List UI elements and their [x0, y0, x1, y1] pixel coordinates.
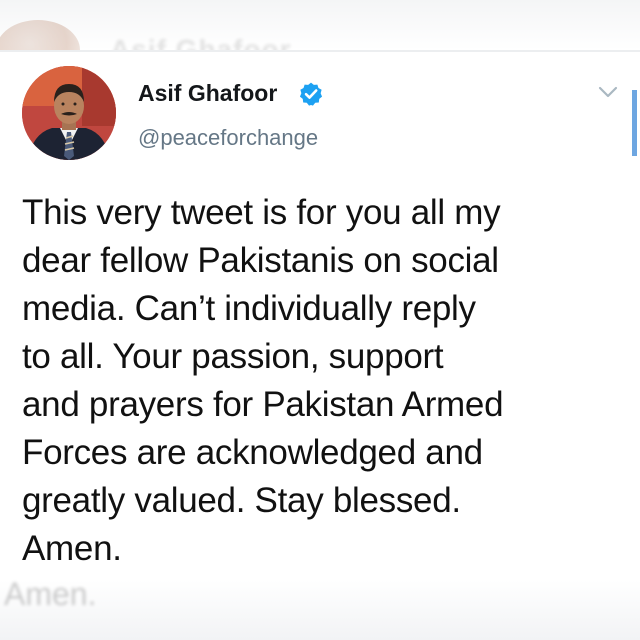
ghost-bottom-text: Amen. [4, 576, 97, 612]
screenshot-frame: Asif Ghafoor Asif Ghafoor @peaceforchang… [0, 0, 640, 640]
previous-tweet-ghost: Asif Ghafoor [0, 0, 640, 50]
tweet-line: Amen. [22, 529, 122, 568]
ghost-display-name: Asif Ghafoor [110, 34, 292, 50]
tweet-line: This very tweet is for you all my [22, 193, 501, 232]
tweet-line: and prayers for Pakistan Armed [22, 385, 504, 424]
tweet-line: Forces are acknowledged and [22, 433, 483, 472]
user-handle[interactable]: @peaceforchange [138, 125, 318, 151]
chevron-down-icon[interactable] [596, 82, 620, 102]
tweet-text: This very tweet is for you all my dear f… [22, 189, 622, 573]
avatar[interactable] [22, 66, 116, 160]
tweet-line: media. Can’t individually reply [22, 289, 476, 328]
divider [0, 50, 640, 52]
tweet-line: dear fellow Pakistanis on social [22, 241, 499, 280]
tweet-line: greatly valued. Stay blessed. [22, 481, 461, 520]
tweet-line: to all. Your passion, support [22, 337, 444, 376]
ghost-avatar [0, 20, 80, 50]
scroll-indicator [632, 90, 637, 156]
display-name[interactable]: Asif Ghafoor [138, 80, 277, 107]
profile-photo-icon [22, 66, 116, 160]
verified-badge-icon [299, 82, 323, 106]
